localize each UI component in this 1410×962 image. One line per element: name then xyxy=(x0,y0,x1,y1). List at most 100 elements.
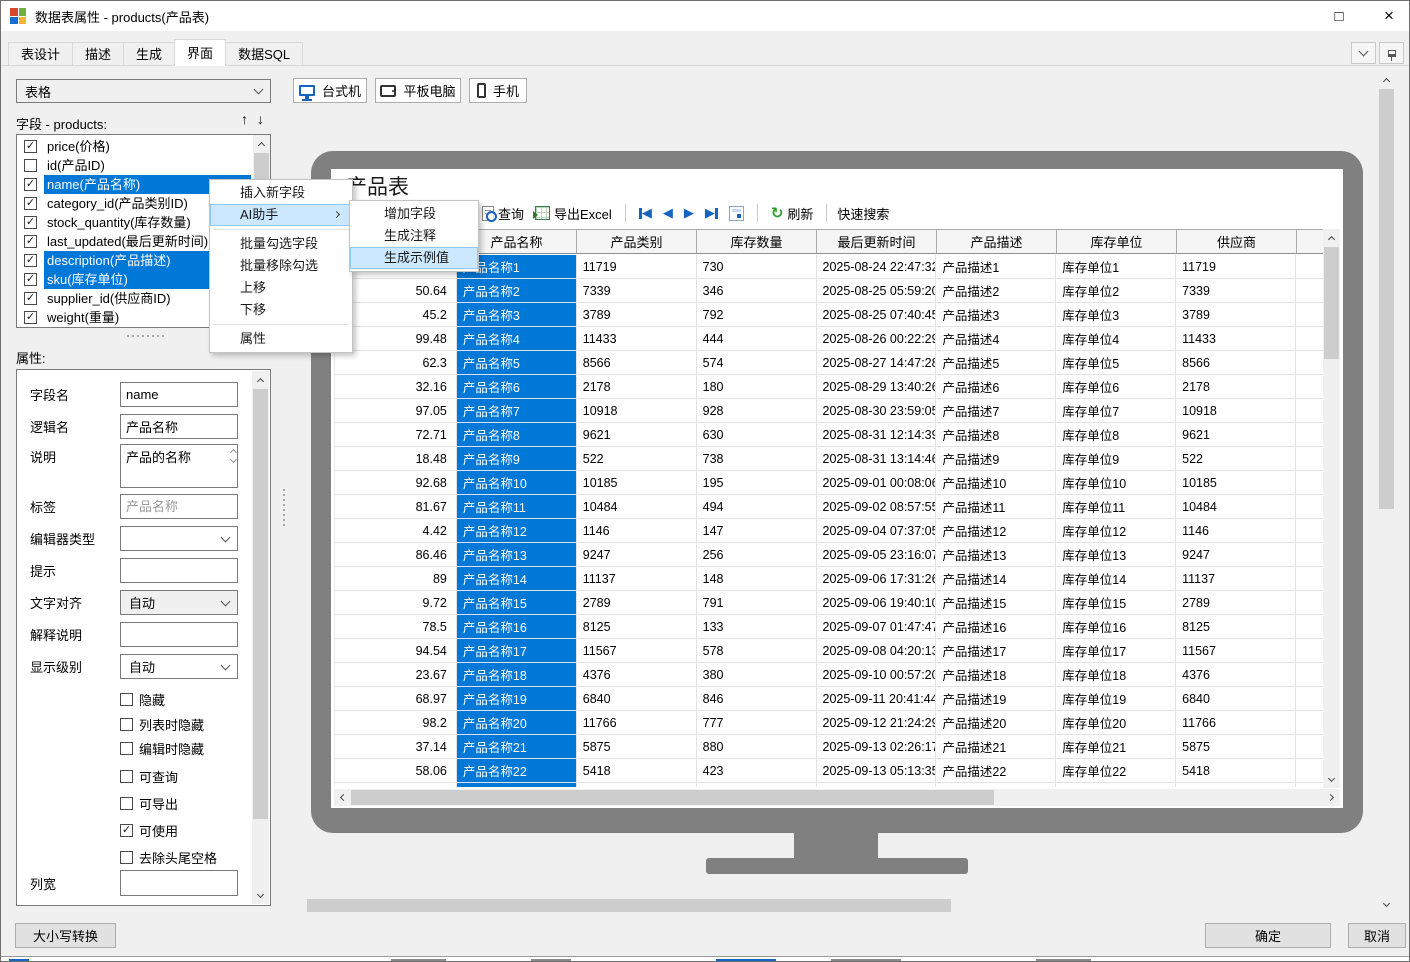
hint-input[interactable] xyxy=(120,558,238,583)
column-header-2[interactable]: 产品类别 xyxy=(577,230,697,253)
table-row[interactable]: 32.16产品名称621781802025-08-29 13:40:26产品描述… xyxy=(334,375,1323,399)
last-record-button[interactable]: ▶ xyxy=(702,205,721,221)
menu-move-up[interactable]: 上移 xyxy=(210,277,352,299)
table-row[interactable]: 98.2产品名称20117667772025-09-12 21:24:29产品描… xyxy=(334,711,1323,735)
table-row[interactable]: 产品名称23产品描述23库存单位23 xyxy=(334,783,1323,787)
case-convert-button[interactable]: 大小写转换 xyxy=(15,923,116,948)
menu-batch-check-fields[interactable]: 批量勾选字段 xyxy=(210,233,352,255)
table-row[interactable]: 68.97产品名称1968408462025-09-11 20:41:44产品描… xyxy=(334,687,1323,711)
table-row[interactable]: 18.48产品名称95227382025-08-31 13:14:46产品描述9… xyxy=(334,447,1323,471)
table-row[interactable]: 81.67产品名称11104844942025-09-02 08:57:55产品… xyxy=(334,495,1323,519)
record-grid-button[interactable] xyxy=(726,206,747,221)
table-row[interactable]: 45.2产品名称337897922025-08-25 07:40:45产品描述3… xyxy=(334,303,1323,327)
tab-interface[interactable]: 界面 xyxy=(174,39,226,66)
maximize-button[interactable]: □ xyxy=(1321,1,1357,31)
move-field-up-button[interactable]: ↑ xyxy=(241,111,248,127)
tag-input[interactable] xyxy=(120,494,238,519)
table-row[interactable]: 72.71产品名称896216302025-08-31 12:14:39产品描述… xyxy=(334,423,1323,447)
table-row[interactable]: 50.64产品名称273393462025-08-25 05:59:20产品描述… xyxy=(334,279,1323,303)
submenu-generate-sample-value[interactable]: 生成示例值 xyxy=(350,247,478,269)
field-name-input[interactable] xyxy=(120,382,238,407)
checkbox-trim-spaces[interactable] xyxy=(120,851,133,864)
device-tablet-button[interactable]: 平板电脑 xyxy=(375,78,461,103)
checkbox-queryable[interactable] xyxy=(120,770,133,783)
table-row[interactable]: 9.72产品名称1527897912025-09-06 19:40:10产品描述… xyxy=(334,591,1323,615)
field-checkbox[interactable]: ✓ xyxy=(24,254,37,267)
explanation-input[interactable] xyxy=(120,622,238,647)
description-textarea[interactable]: 产品的名称 xyxy=(120,444,238,488)
menu-move-down[interactable]: 下移 xyxy=(210,299,352,321)
scrollbar-thumb[interactable] xyxy=(253,389,268,819)
checkbox-usable[interactable]: ✓ xyxy=(120,824,133,837)
tab-data-sql[interactable]: 数据SQL xyxy=(225,42,303,66)
close-button[interactable]: × xyxy=(1371,1,1407,31)
checkbox-hide-in-edit[interactable] xyxy=(120,742,133,755)
menu-properties[interactable]: 属性 xyxy=(210,328,352,350)
dialog-vertical-scrollbar[interactable] xyxy=(1378,71,1395,913)
view-type-select[interactable]: 表格 xyxy=(16,79,271,103)
next-record-button[interactable]: ▶ xyxy=(681,205,697,221)
submenu-add-field[interactable]: 增加字段 xyxy=(350,203,478,225)
submenu-generate-comment[interactable]: 生成注释 xyxy=(350,225,478,247)
editor-type-select[interactable] xyxy=(120,526,238,551)
table-row[interactable]: 58.06产品名称2254184232025-09-13 05:13:35产品描… xyxy=(334,759,1323,783)
field-checkbox[interactable]: ✓ xyxy=(24,140,37,153)
table-row[interactable]: 97.05产品名称7109189282025-08-30 23:59:05产品描… xyxy=(334,399,1323,423)
textarea-spinner[interactable] xyxy=(231,447,236,462)
field-checkbox[interactable]: ✓ xyxy=(24,292,37,305)
checkbox-hidden[interactable] xyxy=(120,693,133,706)
ok-button[interactable]: 确定 xyxy=(1205,923,1331,948)
column-header-6[interactable]: 库存单位 xyxy=(1057,230,1177,253)
table-row[interactable]: 62.3产品名称585665742025-08-27 14:47:28产品描述5… xyxy=(334,351,1323,375)
pin-button[interactable] xyxy=(1379,42,1404,64)
table-row[interactable]: 86.46产品名称1392472562025-09-05 23:16:07产品描… xyxy=(334,543,1323,567)
checkbox-hide-in-list[interactable] xyxy=(120,718,133,731)
cancel-button[interactable]: 取消 xyxy=(1348,923,1406,948)
tab-generate[interactable]: 生成 xyxy=(123,42,175,66)
logical-name-input[interactable] xyxy=(120,414,238,439)
table-row[interactable]: 94.54产品名称17115675782025-09-08 04:20:13产品… xyxy=(334,639,1323,663)
device-desktop-button[interactable]: 台式机 xyxy=(293,78,367,103)
collapse-panel-button[interactable] xyxy=(1351,42,1376,64)
vertical-splitter[interactable] xyxy=(283,489,285,527)
text-align-select[interactable]: 自动 xyxy=(120,590,238,615)
device-phone-button[interactable]: 手机 xyxy=(469,78,527,103)
query-button[interactable]: 查询 xyxy=(479,204,527,223)
column-header-5[interactable]: 产品描述 xyxy=(937,230,1057,253)
column-width-input[interactable] xyxy=(120,870,238,896)
first-record-button[interactable]: ◀ xyxy=(636,205,655,221)
scrollbar-thumb[interactable] xyxy=(1379,89,1394,509)
table-vertical-scrollbar[interactable] xyxy=(1323,229,1340,788)
table-row[interactable]: 92.68产品名称10101851952025-09-01 00:08:06产品… xyxy=(334,471,1323,495)
table-horizontal-scrollbar[interactable] xyxy=(334,789,1340,806)
field-checkbox[interactable]: ✓ xyxy=(24,216,37,229)
quick-search-button[interactable]: 快速搜索 xyxy=(837,204,889,223)
field-item-1[interactable]: id(产品ID) xyxy=(17,156,270,175)
tab-table-design[interactable]: 表设计 xyxy=(8,42,73,66)
checkbox-exportable[interactable] xyxy=(120,797,133,810)
table-row[interactable]: 23.67产品名称1843763802025-09-10 00:57:20产品描… xyxy=(334,663,1323,687)
field-item-0[interactable]: ✓price(价格) xyxy=(17,137,270,156)
previous-record-button[interactable]: ◀ xyxy=(660,205,676,221)
horizontal-splitter[interactable] xyxy=(127,335,167,337)
scrollbar-thumb[interactable] xyxy=(351,790,994,805)
refresh-button[interactable]: ↻ 刷新 xyxy=(768,204,817,223)
field-checkbox[interactable] xyxy=(24,159,37,172)
field-checkbox[interactable]: ✓ xyxy=(24,235,37,248)
table-row[interactable]: 4.42产品名称1211461472025-09-04 07:37:05产品描述… xyxy=(334,519,1323,543)
column-header-7[interactable]: 供应商 xyxy=(1177,230,1297,253)
table-row[interactable]: 89产品名称14111371482025-09-06 17:31:26产品描述1… xyxy=(334,567,1323,591)
dialog-horizontal-scrollbar-thumb[interactable] xyxy=(307,899,951,912)
column-header-3[interactable]: 库存数量 xyxy=(697,230,817,253)
menu-insert-new-field[interactable]: 插入新字段 xyxy=(210,182,352,204)
table-row[interactable]: 99.48产品名称4114334442025-08-26 00:22:29产品描… xyxy=(334,327,1323,351)
column-header-8[interactable] xyxy=(1297,230,1324,253)
export-excel-button[interactable]: 导出Excel xyxy=(532,204,615,223)
field-checkbox[interactable]: ✓ xyxy=(24,273,37,286)
menu-ai-assistant[interactable]: AI助手 xyxy=(210,204,352,226)
scrollbar-thumb[interactable] xyxy=(1324,247,1339,359)
menu-batch-uncheck[interactable]: 批量移除勾选 xyxy=(210,255,352,277)
move-field-down-button[interactable]: ↓ xyxy=(257,111,264,127)
column-header-4[interactable]: 最后更新时间 xyxy=(817,230,937,253)
properties-scrollbar[interactable] xyxy=(252,371,269,904)
